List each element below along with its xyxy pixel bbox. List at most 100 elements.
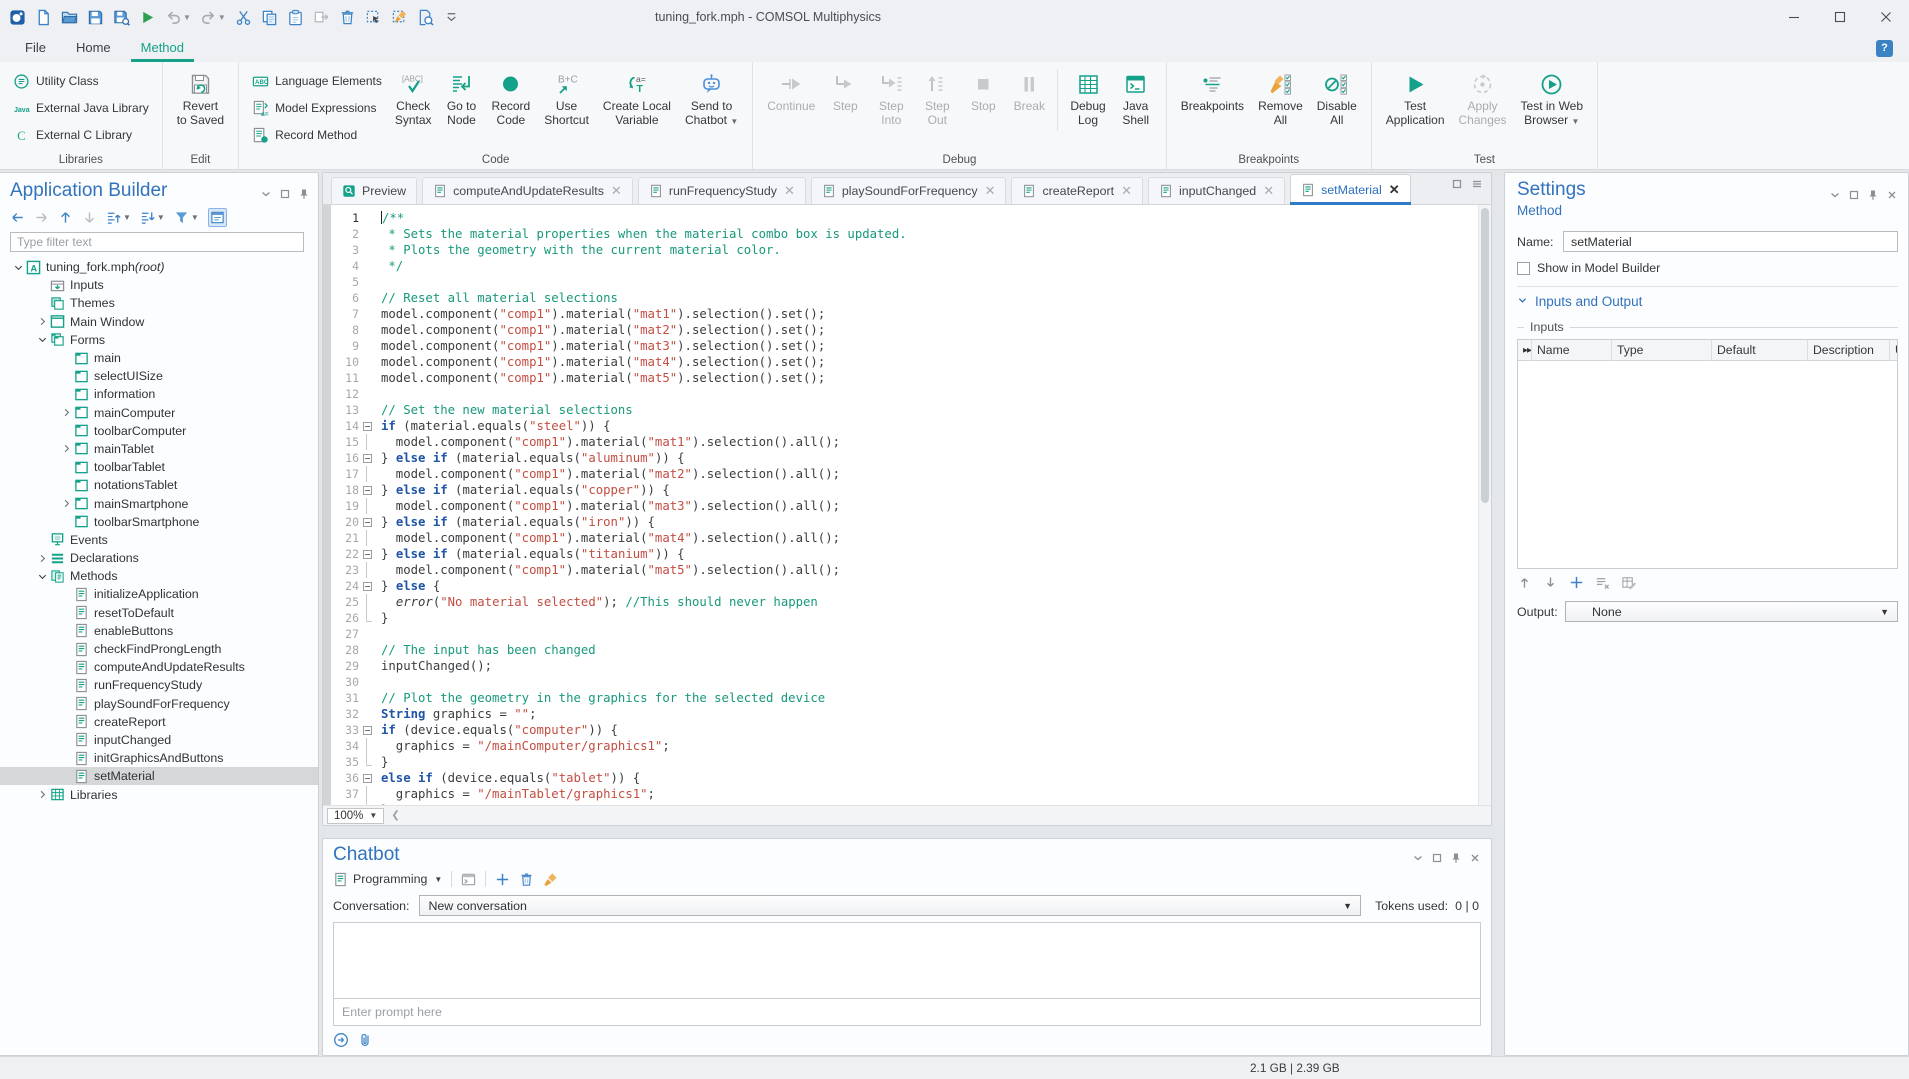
close-tab-icon[interactable]: ✕	[985, 186, 996, 196]
fold-marker-icon[interactable]	[363, 774, 372, 783]
tree-item-mainsmartphone[interactable]: mainSmartphone	[0, 494, 318, 512]
move-up-button[interactable]	[58, 210, 73, 225]
panel-chevron-down-icon[interactable]	[260, 188, 272, 200]
panel-pin-icon[interactable]	[1450, 852, 1462, 864]
tree-item-computeandupdateresults[interactable]: computeAndUpdateResults	[0, 658, 318, 676]
tree-item-selectuisize[interactable]: selectUISize	[0, 367, 318, 385]
fold-marker-icon[interactable]	[363, 726, 372, 735]
tree-item-maincomputer[interactable]: mainComputer	[0, 404, 318, 422]
console-icon[interactable]	[461, 872, 476, 887]
fold-marker-icon[interactable]	[363, 582, 372, 591]
ribbon-use-shortcut-button[interactable]: B+CUseShortcut	[537, 66, 596, 127]
trash-icon[interactable]	[519, 872, 534, 887]
clear-region-button[interactable]	[387, 4, 412, 30]
new-file-button[interactable]	[31, 4, 56, 30]
chat-mode-select[interactable]: Programming▼	[333, 872, 442, 887]
expander-icon[interactable]	[34, 571, 50, 582]
editor-tab-inputchanged[interactable]: inputChanged✕	[1148, 177, 1285, 204]
ribbon-send-to-chatbot-button[interactable]: Send toChatbot ▼	[678, 66, 745, 128]
cut-button[interactable]	[231, 4, 256, 30]
fold-marker-icon[interactable]	[363, 486, 372, 495]
help-icon[interactable]: ?	[1876, 40, 1893, 57]
vertical-scrollbar[interactable]	[1478, 205, 1491, 805]
editor-tab-playsoundforfrequency[interactable]: playSoundForFrequency✕	[811, 177, 1007, 204]
open-file-button[interactable]	[57, 4, 82, 30]
tree-item-maintablet[interactable]: mainTablet	[0, 440, 318, 458]
panel-close-icon[interactable]	[1886, 189, 1898, 201]
panel-pin-icon[interactable]	[1867, 189, 1879, 201]
editor-tab-runfrequencystudy[interactable]: runFrequencyStudy✕	[638, 177, 806, 204]
expander-icon[interactable]	[58, 498, 74, 509]
expander-icon[interactable]	[10, 262, 26, 273]
show-in-model-builder-checkbox[interactable]	[1517, 262, 1530, 275]
toolbar-overflow-button[interactable]	[439, 4, 464, 30]
ribbon-record-code-button[interactable]: RecordCode	[485, 66, 538, 127]
code-editor[interactable]: 1/**2 * Sets the material properties whe…	[323, 205, 1491, 805]
go-back-button[interactable]	[10, 210, 25, 225]
editor-tab-computeandupdateresults[interactable]: computeAndUpdateResults✕	[422, 177, 633, 204]
prompt-input[interactable]: Enter prompt here	[333, 998, 1481, 1026]
hscroll-left-icon[interactable]: ❮	[391, 810, 399, 821]
expander-icon[interactable]	[34, 316, 50, 327]
add-icon[interactable]	[495, 872, 510, 887]
window-maximize-button[interactable]	[1817, 0, 1863, 34]
window-minimize-button[interactable]	[1771, 0, 1817, 34]
tree-item-toolbartablet[interactable]: toolbarTablet	[0, 458, 318, 476]
editor-tab-setmaterial[interactable]: setMaterial✕	[1290, 174, 1411, 205]
find-button[interactable]	[413, 4, 438, 30]
edit-table-icon[interactable]	[1621, 575, 1636, 590]
close-tab-icon[interactable]: ✕	[784, 186, 795, 196]
panel-float-icon[interactable]	[279, 188, 291, 200]
ribbon-revert-to-saved-button[interactable]: Revertto Saved	[170, 66, 231, 127]
ribbon-external-java-library-button[interactable]: JavaExternal Java Library	[7, 95, 155, 121]
ribbon-remove-all-button[interactable]: RemoveAll	[1251, 66, 1310, 127]
go-forward-button[interactable]	[34, 210, 49, 225]
ribbon-tab-home[interactable]: Home	[61, 34, 126, 62]
tree-item-methods[interactable]: Methods	[0, 567, 318, 585]
expander-icon[interactable]	[34, 789, 50, 800]
copy-button[interactable]	[257, 4, 282, 30]
undo-button[interactable]: ▼	[161, 4, 195, 30]
tree-item-enablebuttons[interactable]: enableButtons	[0, 622, 318, 640]
panel-float-icon[interactable]	[1848, 189, 1860, 201]
editor-tools-button[interactable]	[208, 208, 227, 227]
expander-icon[interactable]	[58, 407, 74, 418]
tree-item-toolbarsmartphone[interactable]: toolbarSmartphone	[0, 513, 318, 531]
save-as-button[interactable]	[109, 4, 134, 30]
column-header-default[interactable]: Default	[1712, 340, 1808, 361]
fold-marker-icon[interactable]	[363, 550, 372, 559]
save-button[interactable]	[83, 4, 108, 30]
ribbon-debug-log-button[interactable]: DebugLog	[1063, 66, 1112, 127]
panel-chevron-down-icon[interactable]	[1829, 189, 1841, 201]
tree-item-setmaterial[interactable]: setMaterial	[0, 767, 318, 785]
close-tab-icon[interactable]: ✕	[1121, 186, 1132, 196]
tree-item-initgraphicsandbuttons[interactable]: initGraphicsAndButtons	[0, 749, 318, 767]
editor-tab-preview[interactable]: Preview	[331, 177, 417, 204]
column-header-name[interactable]: Name	[1532, 340, 1612, 361]
editor-zoom-select[interactable]: 100%▼	[327, 808, 384, 824]
tree-item-resettodefault[interactable]: resetToDefault	[0, 604, 318, 622]
tree-item-tuning-fork-mph[interactable]: Atuning_fork.mph (root)	[0, 258, 318, 276]
expander-icon[interactable]	[58, 443, 74, 454]
tree-item-themes[interactable]: Themes	[0, 294, 318, 312]
duplicate-button[interactable]	[309, 4, 334, 30]
ribbon-go-to-node-button[interactable]: Go toNode	[439, 66, 485, 127]
tree-item-initializeapplication[interactable]: initializeApplication	[0, 585, 318, 603]
row-down-icon[interactable]	[1543, 575, 1558, 590]
attach-icon[interactable]	[357, 1032, 373, 1048]
tree-item-main[interactable]: main	[0, 349, 318, 367]
close-tab-icon[interactable]: ✕	[1389, 185, 1400, 195]
move-down-button[interactable]	[82, 210, 97, 225]
expand-levels-button[interactable]: ▼	[140, 210, 165, 225]
ribbon-breakpoints-button[interactable]: Breakpoints	[1174, 66, 1251, 114]
brush-icon[interactable]	[543, 872, 558, 887]
panel-chevron-down-icon[interactable]	[1412, 852, 1424, 864]
tree-item-createreport[interactable]: createReport	[0, 713, 318, 731]
inputs-table[interactable]: ▶▶NameTypeDefaultDescriptionUnit	[1517, 339, 1898, 569]
delete-rows-icon[interactable]	[1595, 575, 1610, 590]
panel-float-icon[interactable]	[1431, 852, 1443, 864]
tree-item-forms[interactable]: Forms	[0, 331, 318, 349]
column-header-description[interactable]: Description	[1808, 340, 1890, 361]
row-up-icon[interactable]	[1517, 575, 1532, 590]
fold-marker-icon[interactable]	[363, 422, 372, 431]
